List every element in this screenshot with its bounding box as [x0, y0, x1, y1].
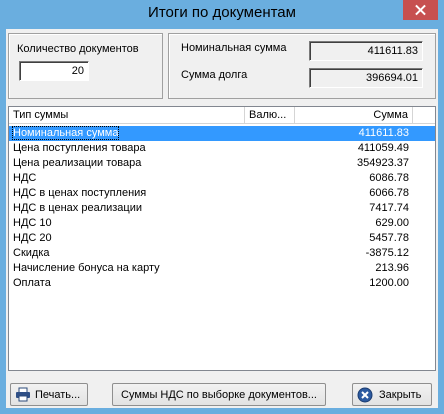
table-row[interactable]: Оплата 1200.00 [9, 276, 435, 291]
row-type-cell: НДС [13, 172, 37, 184]
debt-sum-field[interactable]: 396694.01 [309, 68, 423, 88]
print-button-label: Печать... [35, 389, 81, 401]
window-close-icon[interactable] [403, 0, 438, 20]
row-amount-cell: 6086.78 [369, 172, 409, 184]
table-row[interactable]: Цена реализации товара 354923.37 [9, 156, 435, 171]
table-row[interactable]: Начисление бонуса на карту 213.96 [9, 261, 435, 276]
row-amount-cell: 5457.78 [369, 232, 409, 244]
row-type-cell: НДС в ценах поступления [13, 187, 147, 199]
nominal-sum-field[interactable]: 411611.83 [309, 41, 423, 61]
nominal-sum-label: Номинальная сумма [181, 42, 287, 54]
count-field[interactable]: 20 [19, 61, 89, 81]
row-type-cell: Цена реализации товара [13, 157, 142, 169]
vat-sums-button[interactable]: Суммы НДС по выборке документов... [112, 383, 326, 406]
row-type-cell: Номинальная сумма [11, 126, 120, 140]
row-type-cell: НДС в ценах реализации [13, 202, 143, 214]
row-amount-cell: 354923.37 [357, 157, 409, 169]
table-row[interactable]: НДС 10 629.00 [9, 216, 435, 231]
table-row[interactable]: НДС 6086.78 [9, 171, 435, 186]
row-amount-cell: 411059.49 [357, 142, 409, 154]
table-row[interactable]: НДС в ценах реализации 7417.74 [9, 201, 435, 216]
row-amount-cell: 213.96 [375, 262, 409, 274]
row-amount-cell: 629.00 [375, 217, 409, 229]
row-type-cell: Цена поступления товара [13, 142, 146, 154]
row-type-cell: Начисление бонуса на карту [13, 262, 160, 274]
row-amount-cell: 7417.74 [369, 202, 409, 214]
table-row[interactable]: НДС в ценах поступления 6066.78 [9, 186, 435, 201]
row-type-cell: Скидка [13, 247, 50, 259]
sums-group: Номинальная сумма 411611.83 Сумма долга … [168, 33, 436, 99]
dialog-client-area: Количество документов 20 Номинальная сум… [6, 29, 438, 408]
window-title: Итоги по документам [148, 4, 296, 21]
column-header-type[interactable]: Тип суммы [9, 107, 245, 124]
table-row[interactable]: Цена поступления товара 411059.49 [9, 141, 435, 156]
print-button[interactable]: Печать... [10, 383, 88, 406]
table-header: Тип суммы Валю... Сумма [9, 107, 435, 124]
dialog-window: Итоги по документам Количество документо… [0, 0, 444, 414]
debt-sum-label: Сумма долга [181, 69, 248, 81]
column-header-amount[interactable]: Сумма [295, 107, 413, 124]
vat-sums-button-label: Суммы НДС по выборке документов... [121, 389, 317, 401]
table-body: Номинальная сумма 411611.83 Цена поступлен… [9, 126, 435, 291]
close-icon [357, 387, 373, 403]
printer-icon [16, 387, 30, 402]
row-type-cell: НДС 10 [13, 217, 52, 229]
column-header-currency[interactable]: Валю... [245, 107, 295, 124]
count-label: Количество документов [17, 43, 139, 55]
close-button[interactable]: Закрыть [352, 383, 432, 406]
row-type-cell: НДС 20 [13, 232, 52, 244]
row-amount-cell: 1200.00 [369, 277, 409, 289]
count-group: Количество документов 20 [8, 33, 163, 99]
row-amount-cell: 6066.78 [369, 187, 409, 199]
sums-table[interactable]: Тип суммы Валю... Сумма Номинальная сумм… [8, 106, 436, 371]
table-row[interactable]: НДС 20 5457.78 [9, 231, 435, 246]
row-amount-cell: -3875.12 [365, 247, 409, 259]
title-bar[interactable]: Итоги по документам [0, 0, 444, 28]
table-row[interactable]: Номинальная сумма 411611.83 [9, 126, 435, 141]
close-button-label: Закрыть [379, 389, 422, 401]
row-type-cell: Оплата [13, 277, 51, 289]
row-amount-cell: 411611.83 [358, 127, 409, 139]
table-row[interactable]: Скидка -3875.12 [9, 246, 435, 261]
